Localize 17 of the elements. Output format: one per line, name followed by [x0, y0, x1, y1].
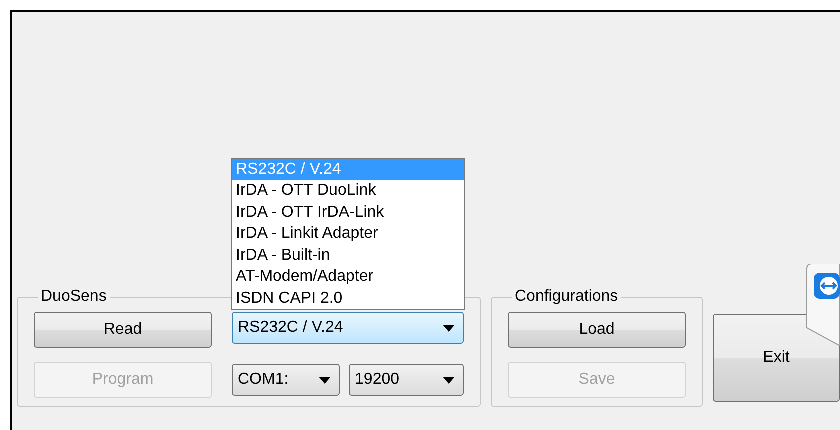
- dropdown-option[interactable]: IrDA - OTT DuoLink: [232, 180, 464, 202]
- read-button[interactable]: Read: [34, 312, 212, 348]
- dropdown[interactable]: 19200: [349, 364, 464, 396]
- dropdown[interactable]: COM1:: [232, 364, 340, 396]
- caret-icon: [443, 376, 455, 384]
- dropdown-option[interactable]: IrDA - Linkit Adapter: [232, 223, 464, 244]
- caret-icon: [443, 324, 455, 332]
- dropdown-option[interactable]: AT-Modem/Adapter: [232, 266, 464, 288]
- dropdown-option[interactable]: IrDA - OTT IrDA-Link: [232, 202, 464, 223]
- group-label: DuoSens: [40, 288, 108, 306]
- dropdown[interactable]: RS232C / V.24: [232, 312, 464, 344]
- load-button[interactable]: Load: [508, 312, 686, 348]
- exit-button[interactable]: Exit: [713, 314, 840, 402]
- dropdown-option[interactable]: ISDN CAPI 2.0: [232, 288, 464, 309]
- caret-icon: [319, 376, 332, 384]
- dropdown-option[interactable]: IrDA - Built-in: [232, 244, 464, 266]
- group-label: Configurations: [514, 288, 620, 306]
